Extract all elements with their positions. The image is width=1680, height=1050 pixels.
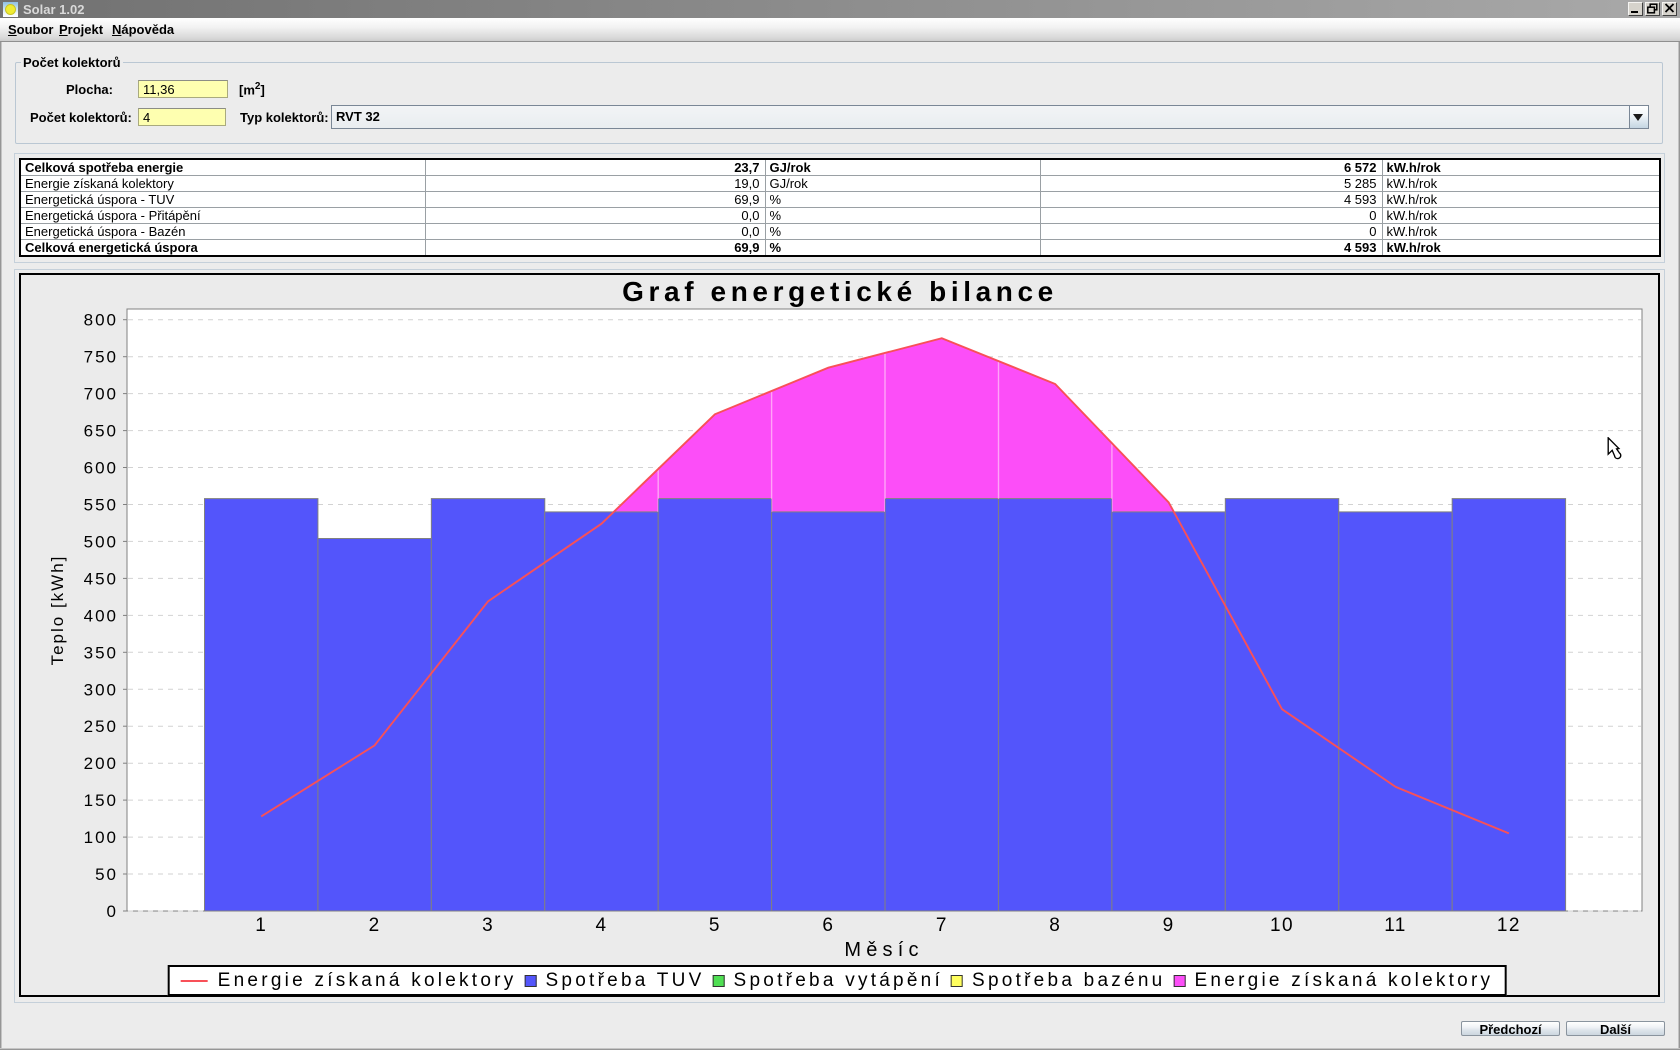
svg-text:800: 800 (84, 311, 118, 330)
svg-text:Graf energetické bilance: Graf energetické bilance (622, 276, 1058, 307)
svg-text:10: 10 (1270, 915, 1294, 936)
svg-text:100: 100 (84, 828, 118, 847)
svg-text:Teplo [kWh]: Teplo [kWh] (48, 555, 67, 666)
svg-text:500: 500 (84, 532, 118, 551)
svg-text:600: 600 (84, 459, 118, 478)
svg-text:7: 7 (936, 915, 948, 936)
svg-text:8: 8 (1049, 915, 1061, 936)
svg-text:300: 300 (84, 680, 118, 699)
svg-text:350: 350 (84, 643, 118, 662)
svg-text:250: 250 (84, 717, 118, 736)
svg-text:5: 5 (709, 915, 721, 936)
svg-text:4: 4 (596, 915, 608, 936)
svg-text:0: 0 (107, 902, 118, 921)
svg-text:400: 400 (84, 606, 118, 625)
svg-text:650: 650 (84, 422, 118, 441)
svg-text:450: 450 (84, 569, 118, 588)
svg-text:3: 3 (482, 915, 494, 936)
svg-text:9: 9 (1163, 915, 1175, 936)
svg-text:1: 1 (255, 915, 267, 936)
svg-text:50: 50 (95, 865, 118, 884)
svg-text:200: 200 (84, 754, 118, 773)
svg-text:12: 12 (1497, 915, 1521, 936)
svg-text:6: 6 (822, 915, 834, 936)
svg-text:750: 750 (84, 348, 118, 367)
svg-text:11: 11 (1384, 915, 1407, 936)
svg-text:Měsíc: Měsíc (844, 939, 923, 961)
svg-text:150: 150 (84, 791, 118, 810)
svg-text:700: 700 (84, 385, 118, 404)
svg-text:2: 2 (369, 915, 381, 936)
svg-text:550: 550 (84, 496, 118, 515)
